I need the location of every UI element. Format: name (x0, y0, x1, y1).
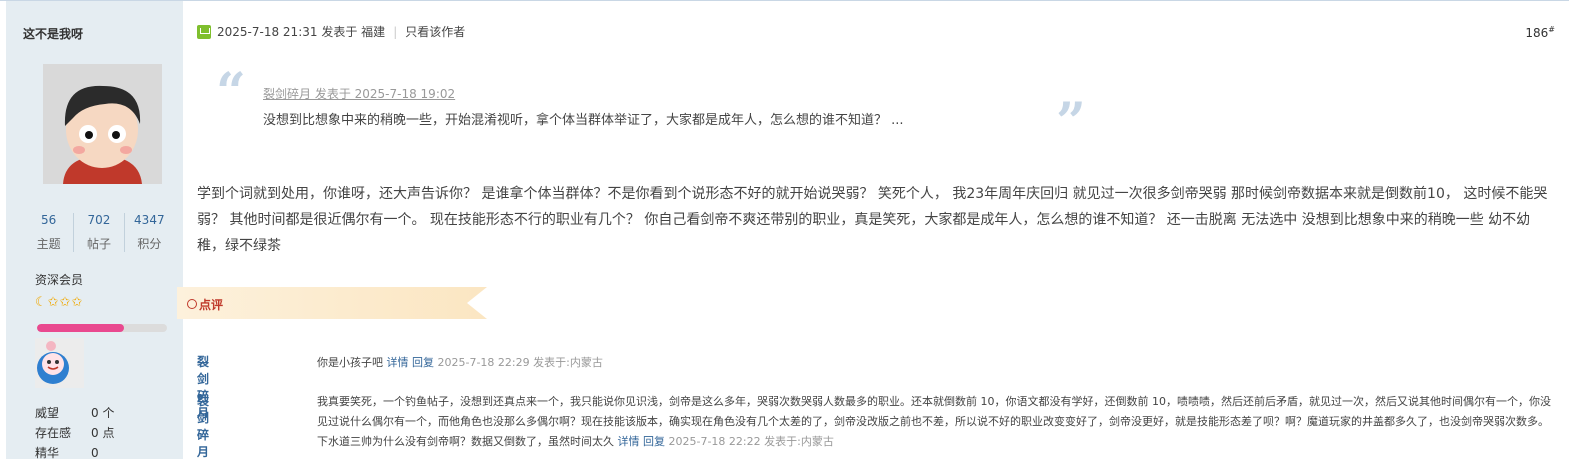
rating-label: 点评 (199, 298, 224, 312)
comment-meta: 2025-7-18 22:29 发表于:内蒙古 (437, 356, 603, 369)
author-sidebar: 这不是我呀 56 主题 702 帖子 4347 积分 资深会员 ☾✩✩✩ 威望 … (6, 1, 183, 460)
extra-row: 存在感 0 点 (35, 423, 114, 443)
floor-number[interactable]: 186# (1525, 25, 1555, 40)
extra-key: 精华 (35, 446, 60, 460)
stat-threads[interactable]: 56 主题 (24, 213, 75, 252)
floor-sup: # (1548, 25, 1555, 34)
stat-label: 积分 (137, 237, 162, 251)
extra-row: 威望 0 个 (35, 403, 114, 423)
post-location: 福建 (361, 25, 386, 39)
comment-meta: 2025-7-18 22:22 发表于:内蒙古 (668, 435, 834, 448)
medal-icon[interactable] (35, 338, 84, 388)
extra-value: 0 点 (91, 426, 115, 440)
comment-user[interactable]: 裂剑碎月 (197, 392, 209, 460)
stat-value: 702 (87, 213, 111, 227)
post-main: 2025-7-18 21:31 发表于 福建 | 只看该作者 186# “ 裂剑… (177, 1, 1569, 460)
quote-header[interactable]: 裂剑碎月 发表于 2025-7-18 19:02 (263, 85, 455, 102)
quote-open-icon: “ (216, 62, 246, 123)
comment-detail-link[interactable]: 详情 (618, 435, 640, 448)
comment-reply-link[interactable]: 回复 (412, 356, 434, 369)
stat-points[interactable]: 4347 积分 (125, 213, 174, 252)
floor-value: 186 (1525, 26, 1549, 40)
author-stats: 56 主题 702 帖子 4347 积分 (24, 213, 174, 252)
comment-reply-link[interactable]: 回复 (643, 435, 665, 448)
stat-value: 4347 (134, 213, 165, 227)
avatar[interactable] (43, 64, 162, 184)
credit-progress-bar (37, 324, 167, 332)
rating-icon (187, 299, 197, 309)
progress-fill (37, 324, 125, 332)
only-author-link[interactable]: 只看该作者 (405, 23, 465, 40)
author-name[interactable]: 这不是我呀 (23, 25, 83, 42)
post-info-bar: 2025-7-18 21:31 发表于 福建 | 只看该作者 (197, 23, 465, 40)
extra-value: 0 (91, 446, 99, 460)
comment-text: 你是小孩子吧 (317, 356, 383, 369)
comment-text: 我真要笑死，一个钓鱼帖子，没想到还真点来一个，我只能说你见识浅，剑帝是这么多年，… (317, 395, 1551, 448)
extra-value: 0 个 (91, 406, 115, 420)
extra-key: 威望 (35, 406, 60, 420)
extra-row: 精华 0 (35, 443, 114, 463)
post-container: 这不是我呀 56 主题 702 帖子 4347 积分 资深会员 ☾✩✩✩ 威望 … (0, 0, 1569, 460)
posted-from-prefix: 发表于 (321, 25, 358, 39)
quote-body: 没想到比想象中来的稍晚一些，开始混淆视听，拿个体当群体举证了，大家都是成年人，怎… (263, 113, 904, 128)
author-extra-info: 威望 0 个 存在感 0 点 精华 0 (35, 403, 114, 463)
extra-key: 存在感 (35, 426, 72, 440)
quote-close-icon: ” (1056, 92, 1086, 153)
comment-text-wrap: 我真要笑死，一个钓鱼帖子，没想到还真点来一个，我只能说你见识浅，剑帝是这么多年，… (317, 392, 1555, 452)
comment-detail-link[interactable]: 详情 (387, 356, 409, 369)
post-content: 学到个词就到处用，你谁呀，还大声告诉你？ 是谁拿个体当群体？不是你看到个说形态不… (197, 186, 1548, 254)
divider: | (393, 24, 398, 39)
post-date: 2025-7-18 21:31 (217, 24, 318, 39)
stat-label: 帖子 (86, 237, 111, 251)
user-group[interactable]: 资深会员 (35, 271, 83, 288)
rating-banner: 点评 (177, 287, 507, 319)
stat-label: 主题 (36, 237, 61, 251)
comment-text-wrap: 你是小孩子吧 详情 回复 2025-7-18 22:29 发表于:内蒙古 (317, 353, 1555, 373)
stat-value: 56 (41, 213, 57, 227)
stat-posts[interactable]: 702 帖子 (74, 213, 125, 252)
rank-stars-icon: ☾✩✩✩ (35, 295, 84, 310)
online-status-icon (197, 24, 211, 39)
